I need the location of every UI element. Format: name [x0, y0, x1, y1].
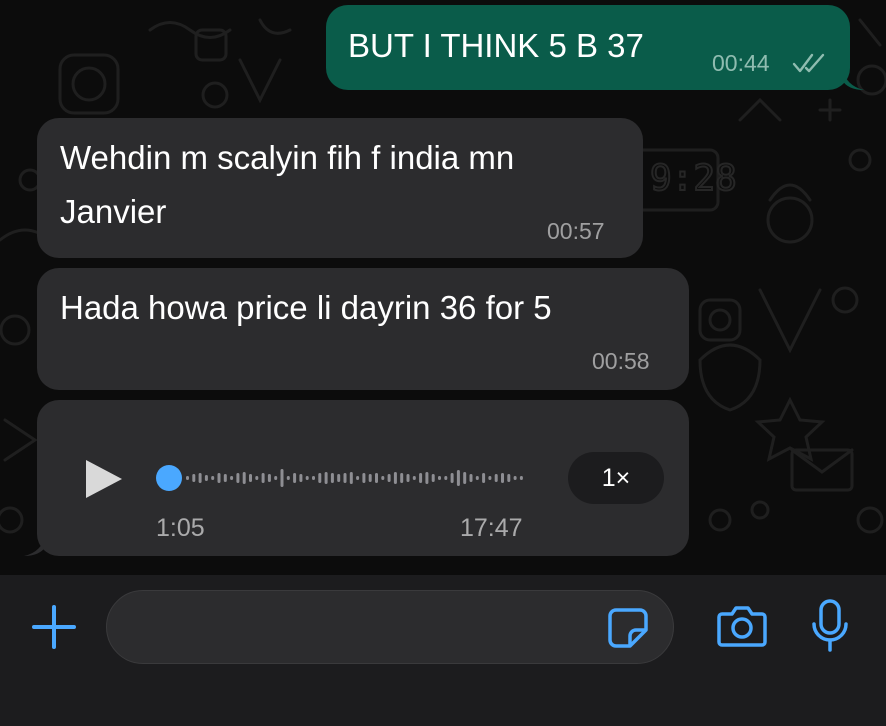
camera-icon[interactable]: [716, 604, 768, 648]
waveform-bar: [356, 476, 360, 480]
waveform-bar: [368, 474, 372, 482]
waveform-bar: [469, 474, 473, 482]
plus-icon[interactable]: [30, 603, 78, 651]
waveform-bar: [337, 474, 341, 482]
waveform-bar: [324, 472, 328, 484]
waveform-bar: [381, 476, 385, 480]
waveform-bar: [305, 476, 309, 480]
playback-speed-button[interactable]: 1×: [568, 452, 664, 504]
waveform-bar: [242, 472, 246, 484]
waveform-bar: [425, 472, 429, 484]
waveform-bar: [249, 474, 252, 482]
waveform-bar: [387, 474, 391, 482]
waveform-bar: [236, 473, 240, 483]
waveform-bar: [507, 474, 511, 482]
message-text-line: Wehdin m scalyin fih f india mn: [60, 139, 515, 176]
waveform-bar: [400, 473, 404, 483]
playback-scrubber: [156, 465, 182, 491]
waveform-bar: [444, 476, 448, 480]
message-input[interactable]: [106, 590, 674, 664]
sticker-icon[interactable]: [606, 606, 650, 650]
waveform-bar: [362, 473, 366, 483]
waveform-bar: [431, 474, 435, 482]
message-outgoing[interactable]: BUT I THINK 5 B 37 00:44: [326, 5, 850, 90]
message-text: BUT I THINK 5 B 37: [348, 27, 644, 64]
waveform-bar: [406, 474, 410, 482]
message-text: Hada howa price li dayrin 36 for 5: [60, 289, 552, 326]
waveform-bar: [204, 475, 208, 481]
waveform-bar: [438, 476, 441, 480]
message-incoming[interactable]: Wehdin m scalyin fih f india mn Janvier …: [37, 118, 643, 258]
waveform-bar: [456, 470, 460, 486]
message-time: 00:58: [592, 348, 650, 374]
waveform-bar: [255, 476, 259, 480]
waveform-bar: [261, 473, 265, 483]
waveform-bar: [312, 476, 315, 480]
waveform-bar: [223, 474, 227, 482]
svg-text:9:28: 9:28: [650, 158, 737, 199]
waveform-bar: [343, 473, 347, 483]
waveform-bar: [393, 472, 397, 484]
waveform-bar: [450, 473, 454, 483]
double-check-icon: [792, 53, 825, 73]
waveform-bar: [519, 476, 523, 480]
waveform-bar: [293, 473, 297, 483]
waveform-bar: [186, 476, 189, 480]
waveform-bar: [482, 473, 486, 483]
waveform-bar: [513, 476, 517, 480]
waveform-bar: [198, 473, 202, 483]
voice-progress-time: 1:05: [156, 514, 205, 542]
waveform-bar: [267, 474, 271, 482]
waveform-bar: [211, 476, 215, 480]
message-incoming[interactable]: Hada howa price li dayrin 36 for 5 00:58: [37, 268, 689, 390]
waveform-bar: [475, 476, 479, 480]
waveform-bar: [349, 472, 353, 484]
waveform-bar: [488, 476, 492, 480]
waveform-bar: [419, 473, 423, 483]
voice-duration: 17:47: [460, 514, 523, 542]
waveform-bar: [274, 476, 278, 480]
waveform-bar: [230, 476, 234, 480]
waveform-bar: [494, 474, 498, 482]
voice-waveform[interactable]: [152, 458, 537, 498]
waveform-bar: [318, 473, 322, 483]
message-time: 00:57: [547, 218, 605, 244]
waveform-bar: [375, 473, 378, 483]
bubble-tail: [842, 68, 864, 90]
waveform-bar: [217, 473, 221, 483]
waveform-bar: [280, 469, 284, 487]
play-icon[interactable]: [82, 458, 124, 500]
message-time: 00:44: [712, 50, 770, 76]
bubble-tail: [24, 534, 46, 556]
waveform-bar: [286, 476, 290, 480]
message-text-line: Janvier: [60, 193, 167, 230]
waveform-bar: [330, 473, 334, 483]
waveform-bar: [463, 472, 467, 484]
waveform-bar: [501, 473, 504, 483]
waveform-bar: [412, 476, 416, 480]
microphone-icon[interactable]: [810, 598, 850, 654]
waveform-bar: [192, 474, 196, 482]
waveform-bar: [299, 474, 303, 482]
